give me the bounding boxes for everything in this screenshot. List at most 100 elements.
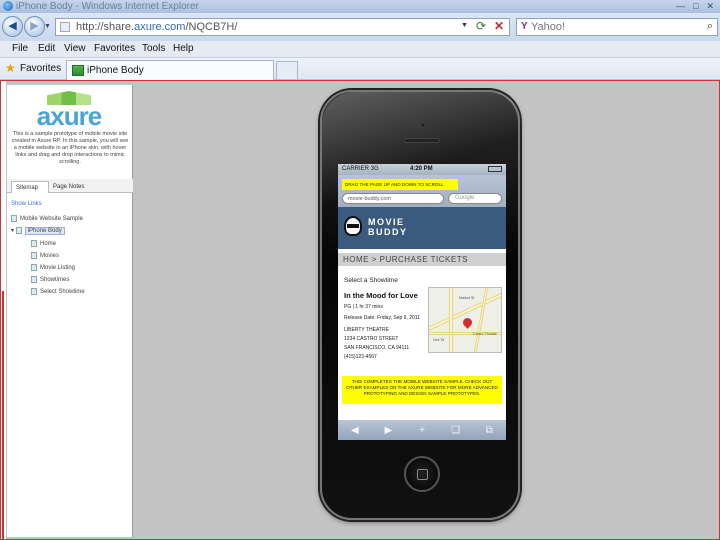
forward-button[interactable]: ▶ [24,16,45,37]
close-window-button[interactable]: ✕ [706,1,714,12]
tree-item-label: Movies [40,253,60,260]
window-controls: — □ ✕ [676,1,714,12]
navigation-bar: ◀ ▶ ▼ http://share.axure.com/NQCB7H/ ▼ ⟳… [0,13,720,41]
map-label-street-2: Noe St [433,338,444,342]
theatre-city: SAN FRANCISCO, CA 94111 [344,345,410,351]
home-square-icon [417,469,428,480]
search-box[interactable]: Y Yahoo! ⌕ [516,18,718,36]
tree-item-select-showtime[interactable]: Select Showtime [31,288,85,295]
home-button[interactable] [404,456,440,492]
tab-title: iPhone Body [87,65,144,76]
minimize-button[interactable]: — [676,1,685,12]
left-red-marker [2,291,4,540]
iphone-frame: CARRIER 3G 4:20 PM DRAG THE PAGE UP AND … [320,90,522,520]
map-road [449,288,453,352]
menu-bar: File Edit View Favorites Tools Help [0,41,720,58]
phone-status-bar: CARRIER 3G 4:20 PM [338,164,506,175]
tree-item-movies[interactable]: Movies [31,252,59,259]
breadcrumb[interactable]: HOME > PURCHASE TICKETS [338,253,506,266]
safari-forward-icon[interactable]: ▶ [378,425,398,436]
maximize-button[interactable]: □ [693,1,698,12]
mobile-search-field[interactable]: Google [448,193,502,204]
camera-icon [420,122,426,128]
axure-logo: axure [29,91,109,131]
tab-page-notes[interactable]: Page Notes [49,181,89,193]
carrier-label: CARRIER 3G [342,166,379,172]
ie-icon [3,1,13,11]
sample-complete-note: THIS COMPLETES THE MOBILE WEBSITE SAMPLE… [342,376,502,404]
page-icon [31,264,37,271]
tree-item-mobile-website-sample[interactable]: Mobile Website Sample [11,215,83,222]
url-prefix: http://share. [76,21,135,33]
tree-item-label: Select Showtime [40,289,85,296]
tab-page-icon [72,65,84,76]
url-text[interactable]: http://share.axure.com/NQCB7H/ [76,21,237,33]
menu-file[interactable]: File [12,43,28,54]
page-icon [15,227,22,234]
window-title: iPhone Body - Windows Internet Explorer [16,1,199,12]
forward-arrow-icon: ▶ [30,20,39,32]
menu-favorites[interactable]: Favorites [94,43,135,54]
favorites-star-icon[interactable]: ★ [5,61,16,75]
expand-arrow-icon[interactable]: ▾ [11,228,14,234]
tree-item-label: iPhone Body [24,227,65,236]
tree-item-label: Movie Listing [40,265,76,272]
menu-edit[interactable]: Edit [38,43,55,54]
theatre-phone[interactable]: (415)123-4567 [344,354,377,360]
brand-line-1: MOVIE [368,217,405,227]
movie-rating-runtime: PG | 1 hr 37 mins [344,304,383,310]
url-host: axure.com [134,21,186,33]
menu-help[interactable]: Help [173,43,194,54]
sidebar-tabs: Sitemap Page Notes [7,179,133,193]
movie-buddy-logo: MOVIE BUDDY [368,217,428,237]
search-icon[interactable]: ⌕ [707,20,713,33]
refresh-icon[interactable]: ⟳ [476,19,486,33]
map-pin-icon[interactable] [461,316,474,329]
tree-item-home[interactable]: Home [31,240,56,247]
mobile-url-field[interactable]: movie-buddy.com [342,193,444,204]
browser-tab[interactable]: iPhone Body [66,60,274,80]
page-icon [31,288,37,295]
select-showtime-heading: Select a Showtime [344,277,398,284]
tab-sitemap[interactable]: Sitemap [11,181,49,193]
safari-add-icon[interactable]: + [412,425,432,436]
history-dropdown-icon[interactable]: ▼ [44,23,51,30]
brand-line-2: BUDDY [368,227,408,237]
battery-icon [488,166,502,172]
safari-bookmarks-icon[interactable]: ❏ [446,425,466,436]
mobile-address-bar: DRAG THE PAGE UP AND DOWN TO SCROLL movi… [338,175,506,207]
back-arrow-icon: ◀ [8,20,17,32]
movie-release-date: Release Date: Friday, Sep 9, 2011 [344,315,420,321]
yahoo-icon: Y [521,21,528,32]
url-path: /NQCB7H/ [185,21,238,33]
theatre-street: 1234 CASTRO STREET [344,336,399,342]
menu-tools[interactable]: Tools [142,43,165,54]
tree-item-label: Home [40,241,57,248]
favorites-bar: ★ Favorites iPhone Body [0,58,720,80]
menu-view[interactable]: View [64,43,86,54]
tree-item-label: Mobile Website Sample [20,216,83,223]
theatre-map[interactable]: Castro Theatre Market St Noe St [428,287,502,353]
movie-title[interactable]: In the Mood for Love [344,291,418,300]
address-bar[interactable]: http://share.axure.com/NQCB7H/ ▼ ⟳ ✕ [55,18,510,36]
tree-item-movie-listing[interactable]: Movie Listing [31,264,75,271]
favorites-button[interactable]: Favorites [20,63,61,74]
safari-pages-icon[interactable]: ⧉ [479,425,499,436]
stop-icon[interactable]: ✕ [494,19,504,33]
page-icon [60,22,70,32]
map-road [472,288,489,352]
phone-screen: CARRIER 3G 4:20 PM DRAG THE PAGE UP AND … [338,164,506,440]
address-dropdown-icon[interactable]: ▼ [461,22,468,29]
theatre-name: LIBERTY THEATRE [344,327,389,333]
tree-item-showtimes[interactable]: Showtimes [31,276,69,283]
tree-item-iphone-body[interactable]: ▾ iPhone Body [11,227,65,236]
show-links-link[interactable]: Show Links [11,201,42,207]
page-icon [11,215,17,222]
safari-back-icon[interactable]: ◀ [345,425,365,436]
movie-buddy-header[interactable]: MOVIE BUDDY [338,207,506,249]
tree-item-label: Showtimes [40,277,70,284]
back-button[interactable]: ◀ [2,16,23,37]
new-tab-button[interactable] [276,61,298,79]
window-titlebar: iPhone Body - Windows Internet Explorer … [0,0,720,13]
page-icon [31,240,37,247]
